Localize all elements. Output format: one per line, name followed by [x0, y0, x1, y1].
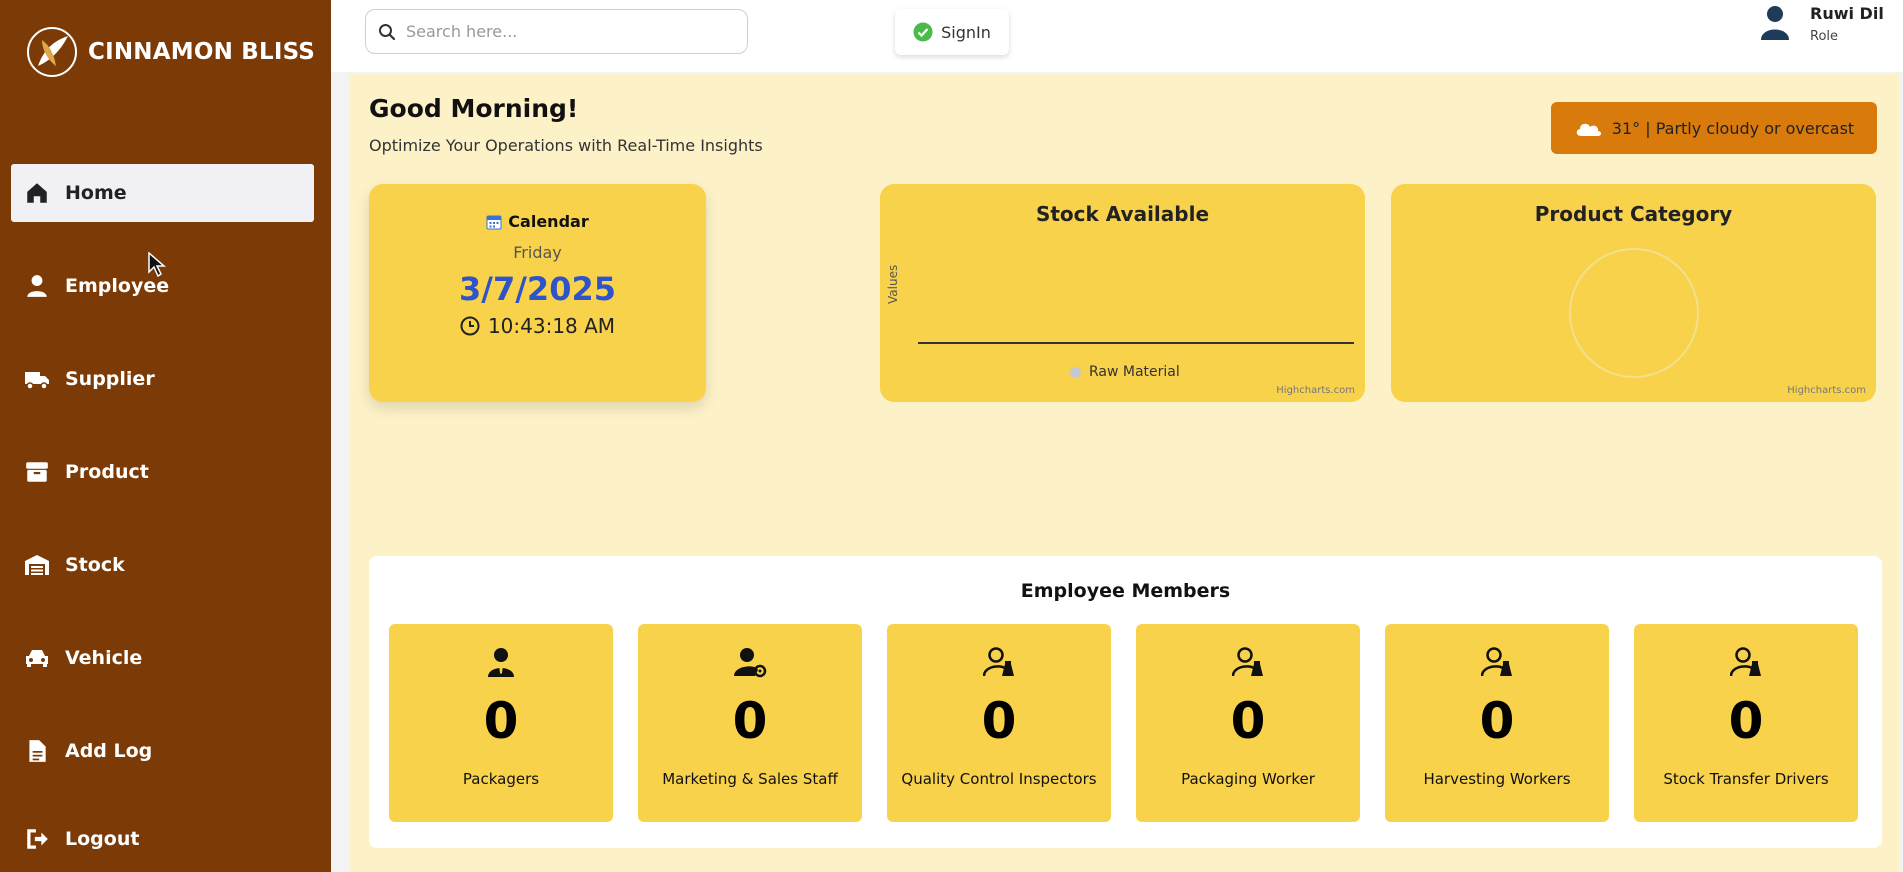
member-count: 0: [483, 692, 519, 750]
member-label: Quality Control Inspectors: [901, 770, 1097, 788]
sidebar-item-label: Logout: [65, 828, 140, 850]
member-count: 0: [1479, 692, 1515, 750]
search-input[interactable]: [406, 22, 726, 41]
member-label: Stock Transfer Drivers: [1663, 770, 1829, 788]
member-count: 0: [1728, 692, 1764, 750]
chart-credit[interactable]: Highcharts.com: [1787, 385, 1866, 396]
x-axis-line: [918, 342, 1354, 344]
empty-pie-outline: [1569, 248, 1699, 378]
warehouse-icon: [23, 551, 51, 579]
calendar-title: Calendar: [508, 212, 589, 231]
calendar-card: Calendar Friday 3/7/2025 10:43:18 AM: [369, 184, 706, 402]
member-card-packagers[interactable]: 0 Packagers: [389, 624, 613, 822]
sidebar-item-supplier[interactable]: Supplier: [11, 350, 314, 408]
calendar-time: 10:43:18 AM: [487, 314, 616, 338]
calendar-date: 3/7/2025: [459, 270, 616, 308]
members-title: Employee Members: [1020, 580, 1231, 602]
user-icon: [23, 272, 51, 300]
y-axis-label: Values: [886, 264, 900, 304]
main-content: Good Morning! Optimize Your Operations w…: [349, 74, 1899, 872]
member-count: 0: [1230, 692, 1266, 750]
check-circle-icon: [913, 22, 933, 42]
chart-legend[interactable]: Raw Material: [1070, 364, 1180, 380]
member-card-stock-transfer[interactable]: 0 Stock Transfer Drivers: [1634, 624, 1858, 822]
user-gear-icon: [734, 648, 767, 678]
box-icon: [23, 458, 51, 486]
sidebar-item-add-log[interactable]: Add Log: [11, 722, 314, 780]
product-category-chart: Product Category Highcharts.com: [1391, 184, 1876, 402]
chart-credit[interactable]: Highcharts.com: [1276, 385, 1355, 396]
sidebar-item-stock[interactable]: Stock: [11, 536, 314, 594]
member-count: 0: [732, 692, 768, 750]
sidebar-item-label: Supplier: [65, 368, 155, 390]
file-icon: [23, 737, 51, 765]
sidebar-item-label: Add Log: [65, 740, 153, 762]
member-label: Packagers: [462, 770, 540, 788]
member-card-marketing[interactable]: 0 Marketing & Sales Staff: [638, 624, 862, 822]
chart-title: Stock Available: [1035, 202, 1210, 226]
search-icon: [379, 23, 396, 40]
sidebar-item-label: Product: [65, 461, 149, 483]
member-label: Harvesting Workers: [1423, 770, 1571, 788]
sidebar-item-label: Employee: [65, 275, 170, 297]
brand-name: CINNAMON BLISS: [88, 39, 316, 65]
chart-title: Product Category: [1534, 202, 1733, 226]
search-box[interactable]: [365, 9, 748, 54]
calendar-day: Friday: [513, 243, 562, 262]
stock-available-chart: Stock Available Values Raw Material High…: [880, 184, 1365, 402]
sidebar-item-label: Vehicle: [65, 647, 143, 669]
signin-label: SignIn: [941, 22, 991, 42]
logout-icon: [23, 825, 51, 853]
member-card-harvesting[interactable]: 0 Harvesting Workers: [1385, 624, 1609, 822]
clock-icon: [460, 316, 480, 336]
sidebar-item-product[interactable]: Product: [11, 443, 314, 501]
user-lab-icon: [983, 647, 1014, 677]
truck-icon: [23, 365, 51, 393]
user-profile[interactable]: Ruwi Dil Role: [1758, 4, 1884, 44]
sidebar-item-label: Stock: [65, 554, 125, 576]
calendar-icon: [486, 215, 502, 229]
sidebar: CINNAMON BLISS Home Employee Supplier Pr…: [0, 0, 331, 872]
member-card-quality-control[interactable]: 0 Quality Control Inspectors: [887, 624, 1111, 822]
member-label: Packaging Worker: [1181, 770, 1315, 788]
weather-badge: 31° | Partly cloudy or overcast: [1551, 102, 1877, 154]
user-lab-icon: [1481, 647, 1512, 677]
user-lab-icon: [1730, 647, 1761, 677]
employee-members-panel: Employee Members 0 Packagers 0 Marketing…: [369, 556, 1882, 848]
member-card-packaging-worker[interactable]: 0 Packaging Worker: [1136, 624, 1360, 822]
greeting-subtitle: Optimize Your Operations with Real-Time …: [369, 136, 763, 155]
sidebar-item-home[interactable]: Home: [11, 164, 314, 222]
greeting-title: Good Morning!: [369, 94, 579, 123]
cloud-icon: [1576, 123, 1601, 136]
mouse-cursor-icon: [148, 252, 166, 278]
brand[interactable]: CINNAMON BLISS: [26, 26, 315, 78]
top-bar: SignIn Ruwi Dil Role: [331, 0, 1903, 72]
sidebar-item-label: Home: [65, 182, 127, 204]
cinnamon-logo-icon: [27, 27, 77, 77]
legend-label: Raw Material: [1089, 364, 1180, 380]
member-count: 0: [981, 692, 1017, 750]
home-icon: [23, 179, 51, 207]
sidebar-item-logout[interactable]: Logout: [11, 810, 314, 868]
user-lab-icon: [1232, 647, 1263, 677]
weather-text: 31° | Partly cloudy or overcast: [1611, 118, 1855, 138]
sidebar-item-vehicle[interactable]: Vehicle: [11, 629, 314, 687]
legend-marker: [1070, 366, 1081, 378]
car-icon: [23, 644, 51, 672]
user-role: Role: [1810, 29, 1839, 44]
avatar-icon: [1761, 6, 1789, 40]
user-name: Ruwi Dil: [1810, 4, 1884, 23]
member-label: Marketing & Sales Staff: [662, 770, 838, 788]
user-tie-icon: [488, 648, 514, 677]
signin-button[interactable]: SignIn: [895, 9, 1009, 55]
